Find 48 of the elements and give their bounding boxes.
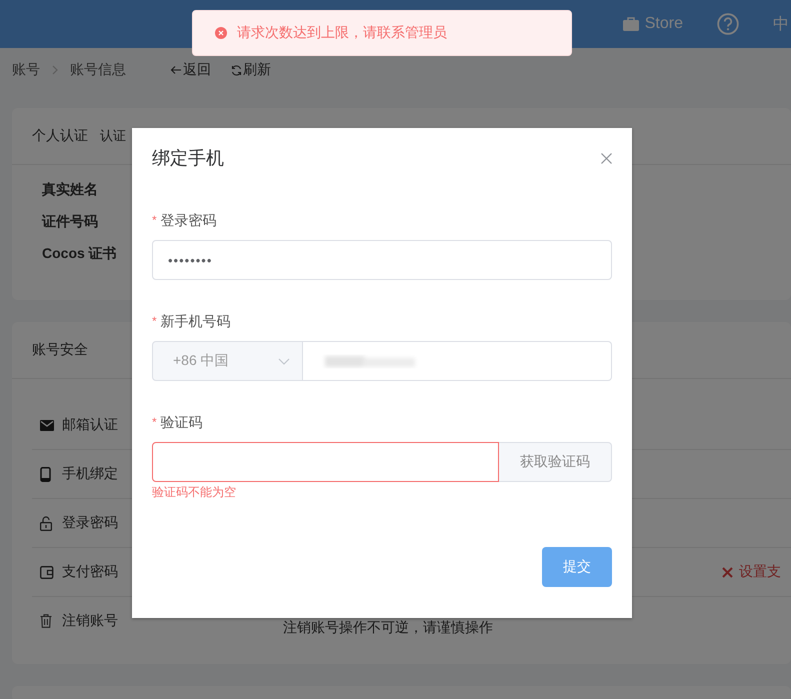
phone-icon	[40, 466, 51, 482]
help-icon[interactable]	[717, 13, 739, 35]
password-field[interactable]: ••••••••	[152, 240, 612, 280]
error-message: 验证码不能为空	[152, 485, 236, 499]
refresh-icon	[231, 64, 242, 76]
status-tab[interactable]: 认证	[100, 127, 126, 145]
security-item-label: 支付密码	[62, 563, 118, 581]
briefcase-icon	[622, 17, 639, 31]
breadcrumb-item: 账号信息	[70, 61, 126, 79]
required-mark: *	[152, 414, 157, 431]
required-mark: *	[152, 313, 157, 330]
setup-link[interactable]: 设置支	[722, 563, 781, 581]
security-item-label: 注销账号	[62, 612, 118, 630]
required-mark: *	[152, 212, 157, 229]
field-label: 验证码	[160, 413, 203, 432]
breadcrumb-item[interactable]: 账号	[12, 61, 40, 79]
field-label: 登录密码	[160, 211, 217, 230]
dialog-title: 绑定手机	[152, 147, 224, 170]
refresh-link[interactable]: 刷新	[231, 61, 271, 79]
lock-icon	[40, 516, 52, 530]
trash-icon	[40, 614, 52, 628]
error-icon	[215, 27, 227, 39]
envelope-icon	[40, 420, 54, 430]
country-select[interactable]: +86 中国	[152, 341, 303, 381]
field-label: 新手机号码	[160, 312, 231, 331]
card-title: 账号安全	[32, 341, 88, 359]
security-item-label: 登录密码	[62, 514, 118, 532]
warning-text: 注销账号操作不可逆，请谨慎操作	[283, 619, 493, 637]
wallet-icon	[40, 566, 54, 578]
back-link[interactable]: 返回	[170, 61, 211, 79]
back-arrow-icon	[170, 65, 182, 75]
field-label: 真实姓名	[42, 180, 98, 199]
field-label: 证件号码	[42, 212, 98, 231]
security-item-label: 手机绑定	[62, 465, 118, 483]
submit-button[interactable]: 提交	[542, 547, 612, 587]
cross-icon	[722, 566, 733, 578]
toast-message: 请求次数达到上限，请联系管理员	[237, 24, 447, 42]
chevron-icon	[52, 65, 58, 75]
language-label[interactable]: 中	[773, 14, 789, 34]
get-code-button[interactable]: 获取验证码	[499, 442, 612, 482]
store-link[interactable]: Store	[622, 15, 683, 33]
security-item-label: 邮箱认证	[62, 416, 118, 434]
close-icon[interactable]	[601, 152, 612, 164]
card-title: 个人认证	[32, 127, 88, 145]
code-field[interactable]	[152, 442, 499, 482]
phone-field[interactable]	[303, 341, 612, 381]
field-label: Cocos 证书	[42, 244, 117, 263]
chevron-down-icon	[278, 358, 290, 364]
